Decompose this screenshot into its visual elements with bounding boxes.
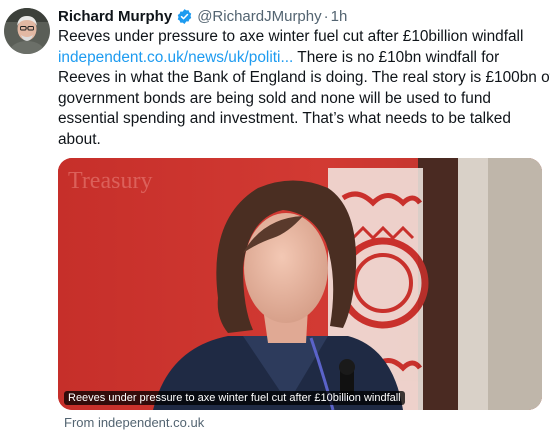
author-name[interactable]: Richard Murphy [58, 8, 172, 25]
link-preview-card[interactable]: Treasury Reeves under pressure to axe wi… [58, 158, 542, 410]
tweet-text-line: government bonds are being sold and none… [58, 89, 491, 107]
tweet-text-line: Reeves in what the Bank of England is do… [58, 69, 550, 86]
tweet-text-line: essential spending and investment. That’… [58, 110, 511, 127]
tweet-header: Richard Murphy @RichardJMurphy · 1h [58, 6, 347, 26]
card-caption: Reeves under pressure to axe winter fuel… [64, 391, 405, 405]
article-link[interactable]: independent.co.uk/news/uk/politi... [58, 49, 293, 66]
person-avatar-icon [4, 8, 50, 54]
separator-dot: · [323, 7, 329, 25]
article-photo: Treasury [58, 158, 542, 410]
timestamp[interactable]: 1h [331, 8, 348, 25]
verified-badge-icon [176, 8, 193, 25]
tweet-text-fragment: There is no £10bn windfall for [293, 48, 500, 66]
tweet[interactable]: Richard Murphy @RichardJMurphy · 1h Reev… [0, 0, 550, 430]
tweet-text-line: about. [58, 130, 101, 148]
tweet-text-line: independent.co.uk/news/uk/politi... Ther… [58, 48, 546, 69]
background-sign-text: Treasury [68, 168, 152, 194]
tweet-text-line: Reeves under pressure to axe winter fuel… [58, 28, 524, 45]
link-source[interactable]: From independent.co.uk [64, 415, 204, 430]
avatar[interactable] [4, 8, 50, 54]
tweet-text: Reeves under pressure to axe winter fuel… [58, 27, 550, 150]
author-handle[interactable]: @RichardJMurphy [197, 8, 321, 25]
